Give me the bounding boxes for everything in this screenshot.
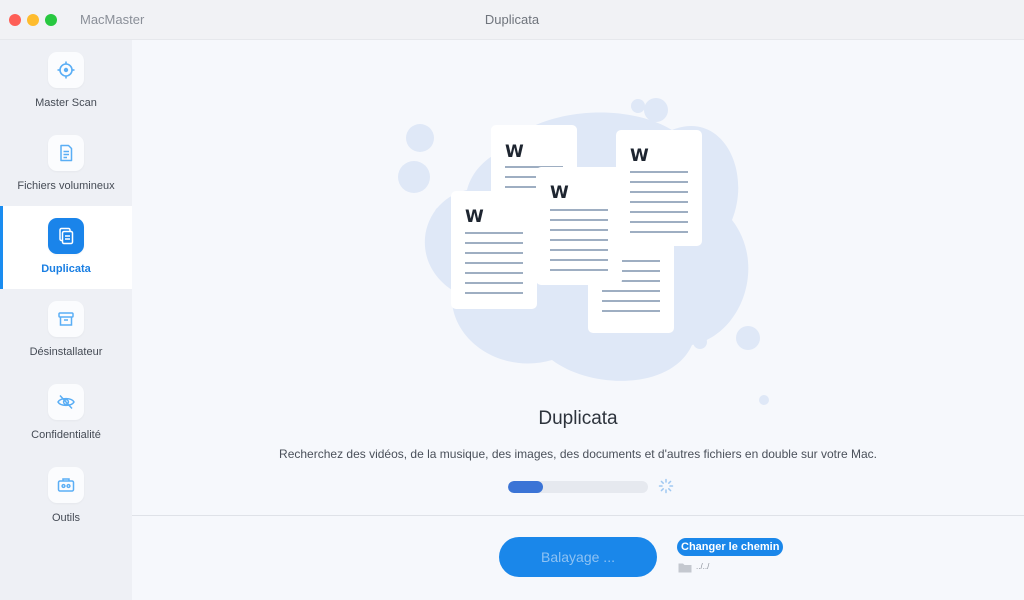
footer-divider	[132, 515, 1024, 516]
sidebar-item-tools[interactable]: Outils	[0, 455, 132, 538]
title-bar: MacMaster Duplicata	[0, 0, 1024, 40]
sidebar-item-label: Désinstallateur	[29, 346, 103, 358]
scan-progress-bar	[508, 481, 648, 493]
app-window: MacMaster Duplicata Master Scan Fichiers…	[0, 0, 1024, 600]
section-title: Duplicata	[538, 408, 618, 429]
sidebar-item-privacy[interactable]: Confidentialité	[0, 372, 132, 455]
change-path-button[interactable]: Changer le chemin	[677, 538, 784, 556]
sidebar-item-master-scan[interactable]: Master Scan	[0, 40, 132, 123]
sidebar-item-label: Confidentialité	[31, 429, 101, 441]
svg-text:W: W	[630, 146, 649, 166]
sidebar-item-uninstaller[interactable]: Désinstallateur	[0, 289, 132, 372]
document-card-right: W	[616, 130, 702, 246]
scan-progress-fill	[508, 481, 543, 493]
document-card-center: W	[536, 167, 622, 285]
eye-off-icon	[48, 384, 84, 420]
sidebar: Master Scan Fichiers volumineux Duplicat…	[0, 40, 132, 600]
sidebar-item-large-files[interactable]: Fichiers volumineux	[0, 123, 132, 206]
sidebar-item-label: Outils	[51, 512, 81, 524]
loading-spinner-icon	[658, 478, 674, 494]
svg-text:W: W	[465, 207, 484, 227]
document-icon	[48, 135, 84, 171]
folder-icon	[678, 563, 692, 573]
section-description: Recherchez des vidéos, de la musique, de…	[279, 447, 877, 461]
duplicate-files-icon	[48, 218, 84, 254]
sidebar-item-label: Fichiers volumineux	[17, 180, 115, 192]
window-title: Duplicata	[484, 12, 540, 27]
svg-text:W: W	[505, 142, 524, 162]
toolbox-icon	[48, 467, 84, 503]
scan-button[interactable]: Balayage ...	[499, 537, 657, 577]
box-icon	[48, 301, 84, 337]
main-panel: W W W W Duplicata Recherchez des vidéos,…	[132, 40, 1024, 600]
target-icon	[48, 52, 84, 88]
sidebar-item-label: Duplicata	[41, 263, 91, 275]
duplicate-documents-illustration: W W W W	[398, 98, 769, 405]
svg-text:W: W	[550, 183, 569, 203]
document-card-left: W	[451, 191, 537, 309]
sidebar-item-duplicates[interactable]: Duplicata	[0, 206, 132, 289]
sidebar-item-label: Master Scan	[35, 97, 97, 109]
scan-path-text: ../../	[696, 562, 710, 571]
